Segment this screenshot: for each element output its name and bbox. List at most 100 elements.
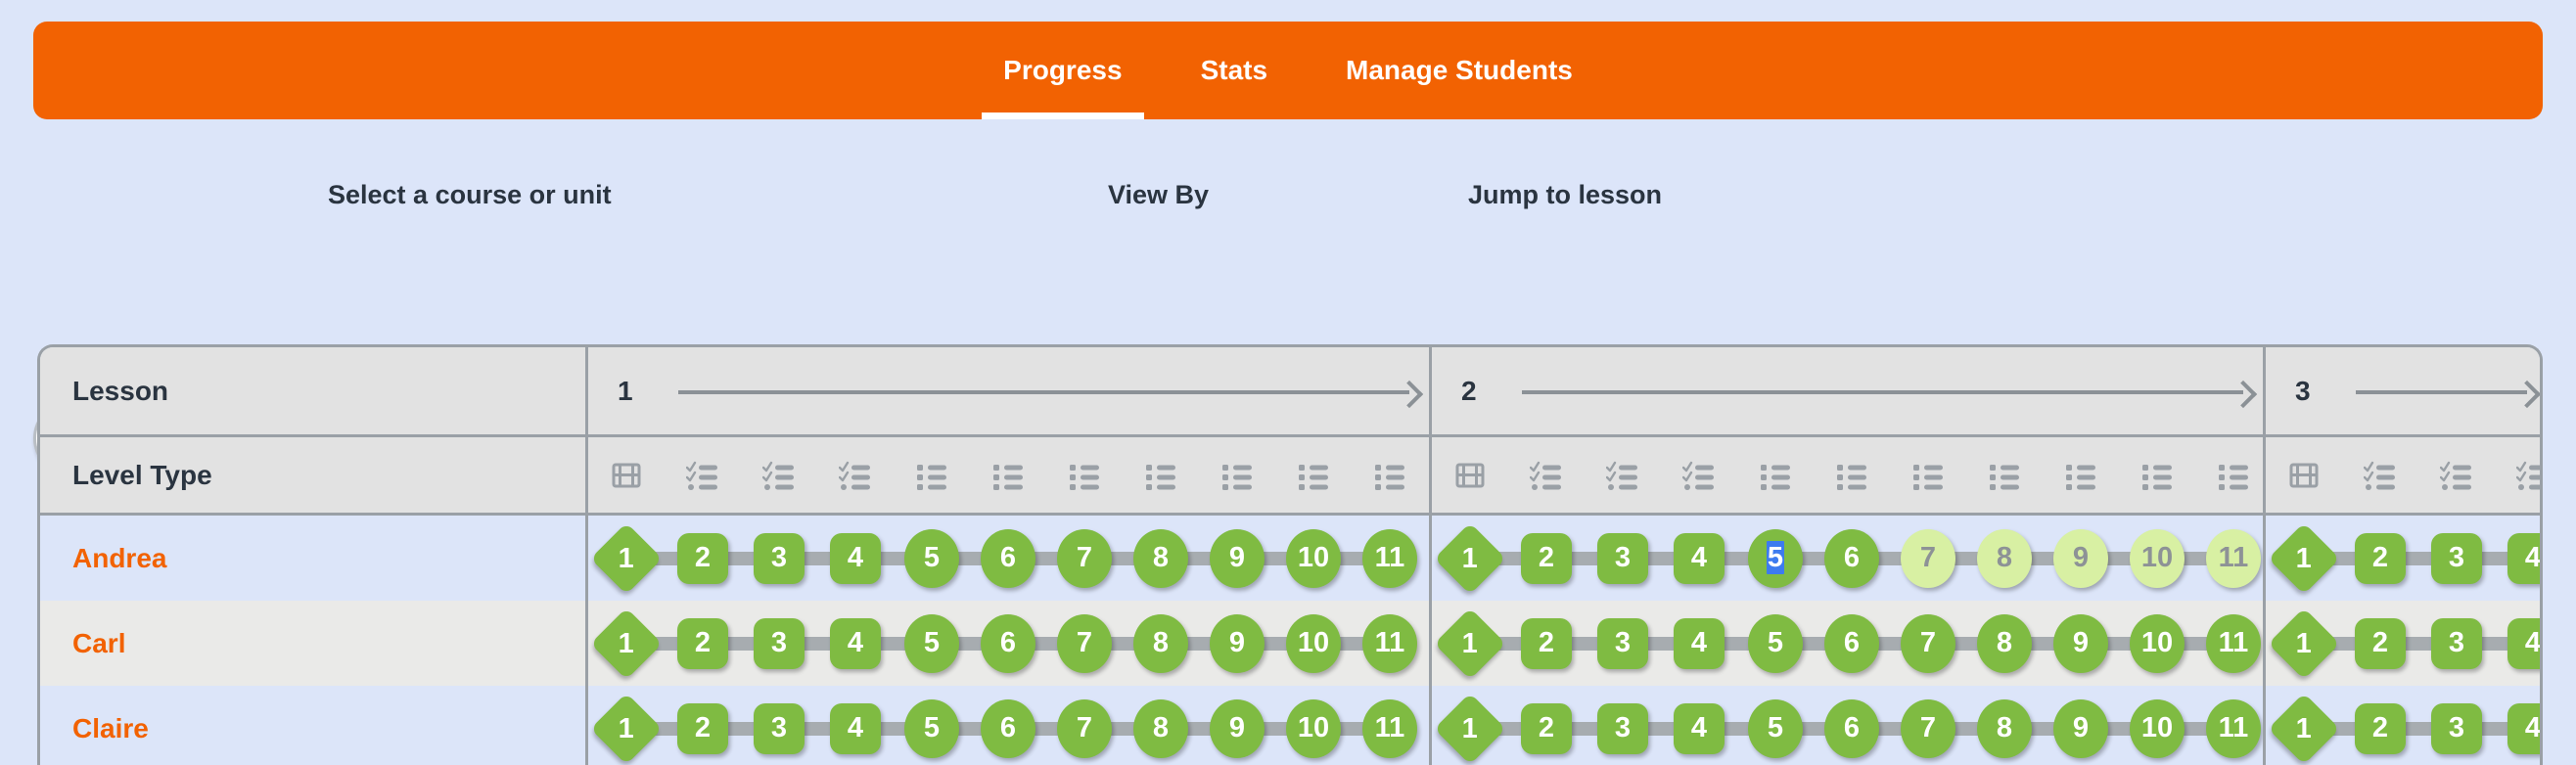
level-bubble[interactable]: 1 <box>590 692 663 765</box>
level-bubble[interactable]: 1 <box>1434 692 1506 765</box>
level-bubble-number: 4 <box>847 627 864 658</box>
level-bubble[interactable]: 5 <box>904 613 959 673</box>
level-bubble[interactable]: 4 <box>1674 617 1725 669</box>
level-bubble[interactable]: 1 <box>2268 692 2340 765</box>
level-bubble[interactable]: 11 <box>2206 613 2261 673</box>
nav-tab-stats[interactable]: Stats <box>1179 22 1289 119</box>
level-bubble[interactable]: 2 <box>677 617 728 669</box>
level-bubble[interactable]: 4 <box>2507 617 2540 669</box>
level-bubble-number: 8 <box>1996 542 2013 573</box>
nav-tab-progress[interactable]: Progress <box>982 22 1144 119</box>
level-bubble[interactable]: 4 <box>2507 702 2540 754</box>
level-bubble[interactable]: 3 <box>2431 617 2482 669</box>
level-bubble[interactable]: 6 <box>1824 528 1879 588</box>
level-bubble[interactable]: 10 <box>2130 698 2185 758</box>
level-bubble-number: 7 <box>1076 627 1093 658</box>
level-bubble[interactable]: 6 <box>1824 613 1879 673</box>
level-bubble[interactable]: 11 <box>1362 528 1417 588</box>
level-bubble[interactable]: 2 <box>2355 532 2406 584</box>
level-bubble[interactable]: 4 <box>1674 702 1725 754</box>
level-bubble[interactable]: 3 <box>1597 702 1648 754</box>
level-slot: 6 <box>943 698 1046 758</box>
level-bubble-number: 11 <box>2218 542 2249 573</box>
level-bubble[interactable]: 2 <box>677 702 728 754</box>
level-bubble[interactable]: 2 <box>1521 702 1572 754</box>
level-bubble[interactable]: 9 <box>1210 528 1265 588</box>
level-bubble[interactable]: 10 <box>2130 528 2185 588</box>
nav-tab-manage-students[interactable]: Manage Students <box>1324 22 1594 119</box>
progress-cell-lesson-2: 1 2 3 4 5 6 7 8 9 10 11 <box>1432 686 2266 765</box>
level-slot: 1 <box>588 607 665 680</box>
level-bubble[interactable]: 3 <box>2431 532 2482 584</box>
level-bubble[interactable]: 1 <box>2268 607 2340 680</box>
level-bubble[interactable]: 4 <box>830 617 881 669</box>
level-slot: 8 <box>1939 698 2043 758</box>
level-bubble[interactable]: 6 <box>1824 698 1879 758</box>
level-bubble[interactable]: 5 <box>904 698 959 758</box>
level-bubble[interactable]: 7 <box>1057 698 1112 758</box>
level-bubble[interactable]: 1 <box>2268 521 2340 595</box>
level-bubble[interactable]: 4 <box>2507 532 2540 584</box>
student-name-link[interactable]: Claire <box>72 713 149 744</box>
level-bubble[interactable]: 8 <box>1977 613 2032 673</box>
level-bubble[interactable]: 5 <box>1748 698 1803 758</box>
level-bubble[interactable]: 7 <box>1901 613 1955 673</box>
level-bubble[interactable]: 8 <box>1133 698 1188 758</box>
level-slot: 1 <box>1432 692 1508 765</box>
list-level-icon <box>1737 461 1814 490</box>
level-bubble-strip: 1 2 3 4 5 6 7 8 9 10 11 <box>1432 516 2263 601</box>
level-bubble[interactable]: 10 <box>2130 613 2185 673</box>
level-bubble[interactable]: 6 <box>981 698 1035 758</box>
student-name-link[interactable]: Carl <box>72 628 125 659</box>
level-bubble[interactable]: 8 <box>1133 613 1188 673</box>
level-bubble[interactable]: 11 <box>2206 698 2261 758</box>
level-bubble[interactable]: 3 <box>754 702 805 754</box>
level-bubble[interactable]: 8 <box>1977 698 2032 758</box>
level-bubble-number: 1 <box>1461 626 1479 658</box>
level-bubble[interactable]: 1 <box>590 521 663 595</box>
level-bubble[interactable]: 11 <box>1362 613 1417 673</box>
level-bubble[interactable]: 3 <box>2431 702 2482 754</box>
level-bubble[interactable]: 7 <box>1901 528 1955 588</box>
level-bubble[interactable]: 4 <box>830 532 881 584</box>
level-bubble[interactable]: 9 <box>2053 613 2108 673</box>
level-bubble[interactable]: 5 <box>1748 528 1803 588</box>
level-bubble-number: 6 <box>999 627 1017 658</box>
level-bubble[interactable]: 2 <box>2355 702 2406 754</box>
level-bubble[interactable]: 6 <box>981 528 1035 588</box>
level-bubble[interactable]: 10 <box>1286 698 1341 758</box>
level-bubble[interactable]: 1 <box>1434 607 1506 680</box>
level-bubble[interactable]: 7 <box>1057 613 1112 673</box>
level-bubble[interactable]: 5 <box>904 528 959 588</box>
level-bubble[interactable]: 3 <box>1597 532 1648 584</box>
level-bubble[interactable]: 7 <box>1057 528 1112 588</box>
level-bubble[interactable]: 3 <box>754 532 805 584</box>
level-bubble[interactable]: 9 <box>2053 698 2108 758</box>
level-bubble[interactable]: 9 <box>1210 613 1265 673</box>
level-bubble[interactable]: 11 <box>2206 528 2261 588</box>
level-bubble[interactable]: 1 <box>1434 521 1506 595</box>
level-bubble[interactable]: 2 <box>1521 617 1572 669</box>
level-bubble[interactable]: 9 <box>1210 698 1265 758</box>
level-bubble[interactable]: 3 <box>754 617 805 669</box>
student-name-link[interactable]: Andrea <box>72 543 166 574</box>
level-bubble-number: 5 <box>1767 627 1784 658</box>
level-bubble[interactable]: 8 <box>1977 528 2032 588</box>
level-bubble[interactable]: 8 <box>1133 528 1188 588</box>
level-slot: 5 <box>1710 528 1814 588</box>
level-bubble[interactable]: 9 <box>2053 528 2108 588</box>
level-bubble[interactable]: 7 <box>1901 698 1955 758</box>
level-bubble[interactable]: 2 <box>677 532 728 584</box>
level-bubble[interactable]: 10 <box>1286 528 1341 588</box>
level-bubble[interactable]: 6 <box>981 613 1035 673</box>
level-bubble[interactable]: 10 <box>1286 613 1341 673</box>
level-bubble[interactable]: 2 <box>2355 617 2406 669</box>
level-bubble[interactable]: 4 <box>1674 532 1725 584</box>
level-bubble[interactable]: 1 <box>590 607 663 680</box>
level-bubble[interactable]: 2 <box>1521 532 1572 584</box>
level-bubble[interactable]: 11 <box>1362 698 1417 758</box>
level-bubble[interactable]: 5 <box>1748 613 1803 673</box>
level-bubble[interactable]: 3 <box>1597 617 1648 669</box>
level-bubble[interactable]: 4 <box>830 702 881 754</box>
level-bubble-strip: 1 2 3 4 5 6 7 8 9 10 11 <box>588 601 1429 686</box>
